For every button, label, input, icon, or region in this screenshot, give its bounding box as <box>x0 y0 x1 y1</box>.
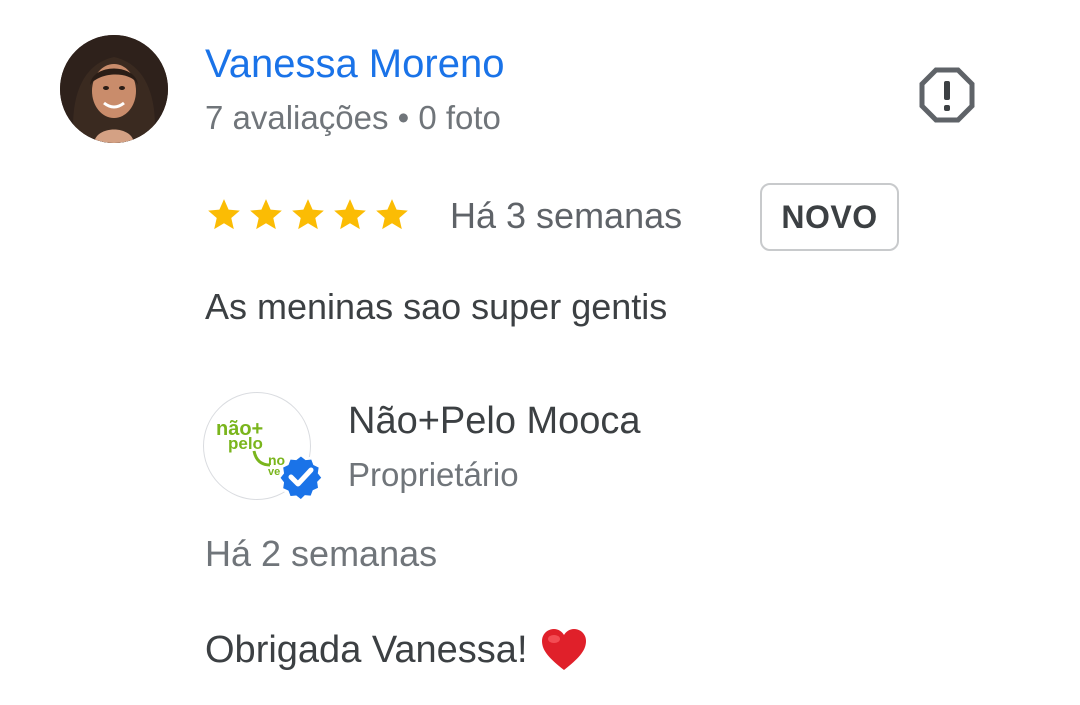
new-badge: NOVO <box>760 183 899 251</box>
reply-time: Há 2 semanas <box>205 533 438 574</box>
star-icon <box>208 199 240 230</box>
heart-icon <box>541 629 586 670</box>
star-rating <box>205 196 411 236</box>
flag-report-icon[interactable] <box>918 66 976 124</box>
star-icon <box>250 199 282 230</box>
star-icon <box>334 199 366 230</box>
reviewer-meta: 7 avaliações • 0 foto <box>205 99 501 136</box>
owner-name[interactable]: Não+Pelo Mooca <box>348 398 641 444</box>
star-icon <box>376 199 408 230</box>
reply-text-row: Obrigada Vanessa! <box>205 627 588 673</box>
svg-text:pelo: pelo <box>228 434 263 453</box>
reviewer-avatar[interactable] <box>60 35 168 143</box>
owner-role: Proprietário <box>348 456 519 493</box>
review-time: Há 3 semanas <box>450 195 683 236</box>
verified-badge-icon <box>277 453 325 503</box>
reply-text: Obrigada Vanessa! <box>205 629 528 671</box>
star-icon <box>292 199 324 230</box>
review-text: As meninas sao super gentis <box>205 286 668 327</box>
reviewer-name[interactable]: Vanessa Moreno <box>205 40 504 88</box>
